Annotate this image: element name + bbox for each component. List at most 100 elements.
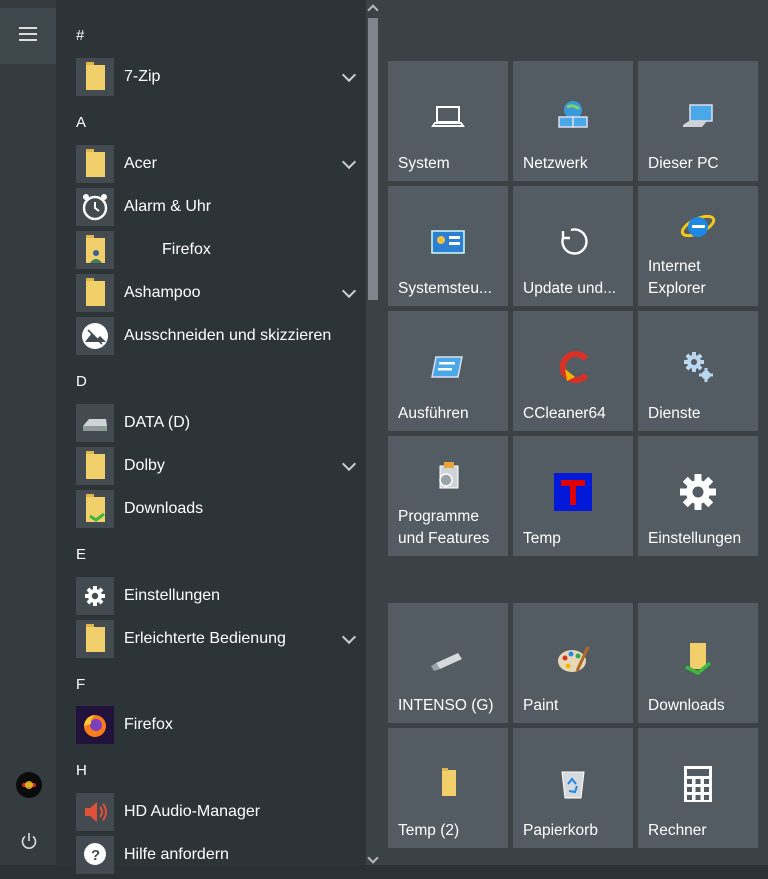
tile-systemsteuerung[interactable]: Systemsteu... <box>388 186 508 306</box>
group-header[interactable]: D <box>76 373 87 390</box>
tile-label: CCleaner64 <box>523 405 606 422</box>
chevron-down-icon <box>341 67 357 83</box>
app-item-ease-of-access[interactable]: Erleichterte Bedienung <box>76 620 366 658</box>
svg-text:?: ? <box>91 847 100 864</box>
tile-netzwerk[interactable]: Netzwerk <box>513 61 633 181</box>
app-item-snip-sketch[interactable]: Ausschneiden und skizzieren <box>76 317 366 355</box>
tile-label: Papierkorb <box>523 822 598 839</box>
calculator-icon <box>684 766 712 802</box>
tile-update[interactable]: Update und... <box>513 186 633 306</box>
tile-temp[interactable]: Temp <box>513 436 633 556</box>
tile-label: Rechner <box>648 822 707 839</box>
tile-label: Systemsteu... <box>398 280 492 297</box>
tile-papierkorb[interactable]: Papierkorb <box>513 728 633 848</box>
tile-ausfuehren[interactable]: Ausführen <box>388 311 508 431</box>
group-header[interactable]: # <box>76 27 84 44</box>
power-icon[interactable] <box>20 832 38 850</box>
tile-label: System <box>398 155 450 172</box>
tile-label: Temp <box>523 530 561 547</box>
group-header[interactable]: E <box>76 546 86 563</box>
update-icon <box>561 228 588 255</box>
scroll-down-icon[interactable] <box>367 852 379 864</box>
hamburger-menu-button[interactable] <box>0 8 56 64</box>
tile-label: Downloads <box>648 697 725 714</box>
tile-rechner[interactable]: Rechner <box>638 728 758 848</box>
tile-label: Netzwerk <box>523 155 588 172</box>
app-item-einstellungen[interactable]: Einstellungen <box>76 577 366 615</box>
network-icon <box>558 101 588 128</box>
tiles-area: System Netzwerk Dieser PC Systemsteu... … <box>380 0 768 865</box>
app-label: HD Audio-Manager <box>124 803 261 820</box>
user-folder-icon <box>76 231 114 269</box>
tile-paint[interactable]: Paint <box>513 603 633 723</box>
tile-temp-2[interactable]: Temp (2) <box>388 728 508 848</box>
tile-dienste[interactable]: Dienste <box>638 311 758 431</box>
hamburger-line <box>19 39 37 41</box>
firefox-icon <box>76 706 114 744</box>
app-item-acer[interactable]: Acer <box>76 145 366 183</box>
app-item-firefox[interactable]: Firefox <box>76 706 366 744</box>
app-label: Ashampoo <box>124 284 201 301</box>
scroll-up-icon[interactable] <box>367 4 379 16</box>
internet-explorer-icon <box>680 214 716 238</box>
downloads-folder-icon <box>685 643 712 676</box>
app-list: # 7-Zip A Acer Alarm & Uhr Firefox Asham… <box>56 0 366 874</box>
tile-einstellungen[interactable]: Einstellungen <box>638 436 758 556</box>
app-item-alarm[interactable]: Alarm & Uhr <box>76 188 366 226</box>
tile-system[interactable]: System <box>388 61 508 181</box>
app-item-hd-audio[interactable]: HD Audio-Manager <box>76 793 366 831</box>
usb-drive-icon <box>431 653 462 671</box>
ccleaner-icon <box>559 351 589 383</box>
gear-icon <box>76 577 114 615</box>
app-list-scrollbar[interactable] <box>366 0 380 865</box>
chevron-down-icon <box>341 629 357 645</box>
chevron-down-icon <box>341 154 357 170</box>
tile-downloads[interactable]: Downloads <box>638 603 758 723</box>
tile-label: Internet Explorer <box>648 258 706 297</box>
chevron-down-icon <box>341 283 357 299</box>
downloads-folder-icon <box>76 490 114 528</box>
tile-label: INTENSO (G) <box>398 697 494 714</box>
folder-icon <box>76 447 114 485</box>
user-avatar[interactable] <box>16 772 42 798</box>
group-header[interactable]: F <box>76 676 85 693</box>
recycle-bin-icon <box>561 771 585 799</box>
tile-label: Ausführen <box>398 405 469 422</box>
folder-icon <box>76 58 114 96</box>
tile-intenso[interactable]: INTENSO (G) <box>388 603 508 723</box>
navigation-rail <box>0 0 56 865</box>
app-label: Erleichterte Bedienung <box>124 630 286 647</box>
computer-icon <box>683 104 713 127</box>
app-item-firefox-folder[interactable]: Firefox <box>76 231 366 269</box>
app-item-get-help[interactable]: ? Hilfe anfordern <box>76 836 366 874</box>
folder-icon <box>442 768 456 796</box>
app-item-downloads[interactable]: Downloads <box>76 490 366 528</box>
scrollbar-thumb[interactable] <box>368 18 378 300</box>
tile-label: Dieser PC <box>648 155 719 172</box>
app-label: Dolby <box>124 457 165 474</box>
folder-icon <box>76 620 114 658</box>
drive-icon <box>76 404 114 442</box>
group-header[interactable]: A <box>76 114 86 131</box>
app-label: DATA (D) <box>124 414 191 431</box>
control-panel-icon <box>431 230 465 254</box>
app-label: Alarm & Uhr <box>124 198 212 215</box>
alarm-clock-icon <box>76 188 114 226</box>
help-icon: ? <box>76 836 114 874</box>
app-item-dolby[interactable]: Dolby <box>76 447 366 485</box>
app-label: Hilfe anfordern <box>124 846 229 863</box>
tile-ccleaner[interactable]: CCleaner64 <box>513 311 633 431</box>
tile-label: Dienste <box>648 405 701 422</box>
tile-dieser-pc[interactable]: Dieser PC <box>638 61 758 181</box>
tile-label: Paint <box>523 697 559 714</box>
group-header[interactable]: H <box>76 762 87 779</box>
app-item-ashampoo[interactable]: Ashampoo <box>76 274 366 312</box>
tile-internet-explorer[interactable]: Internet Explorer <box>638 186 758 306</box>
app-item-7zip[interactable]: 7-Zip <box>76 58 366 96</box>
tile-programme-features[interactable]: Programme und Features <box>388 436 508 556</box>
tile-label: Programme und Features <box>398 508 490 547</box>
hamburger-line <box>19 33 37 35</box>
app-item-data-drive[interactable]: DATA (D) <box>76 404 366 442</box>
app-label: 7-Zip <box>124 68 161 85</box>
tile-label: Einstellungen <box>648 530 742 547</box>
